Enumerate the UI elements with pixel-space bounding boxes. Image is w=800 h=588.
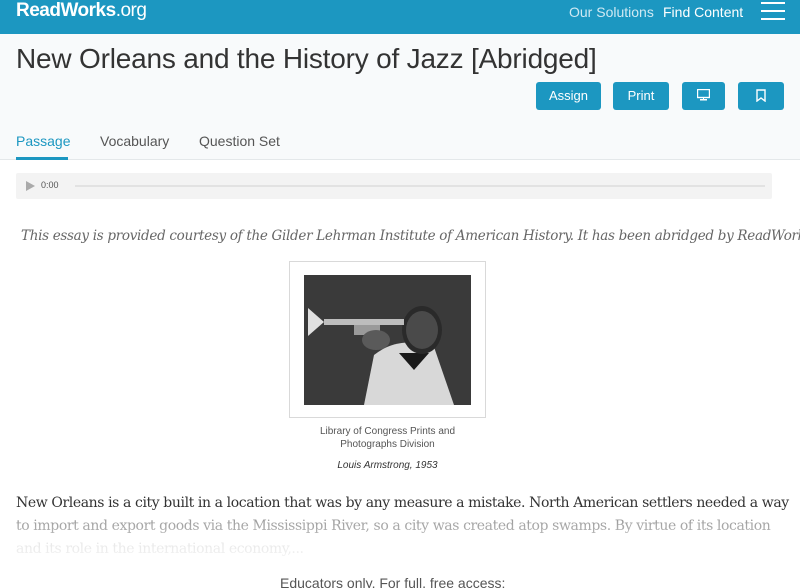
print-button[interactable]: Print bbox=[613, 82, 669, 110]
nav-our-solutions-link[interactable]: Our Solutions bbox=[569, 4, 654, 20]
educators-access-note: Educators only. For full, free access: bbox=[280, 575, 506, 588]
monitor-icon bbox=[697, 89, 710, 101]
passage-line-1: New Orleans is a city built in a locatio… bbox=[16, 495, 789, 511]
passage-line-3: and its role in the international econom… bbox=[16, 541, 304, 557]
present-button[interactable] bbox=[682, 82, 725, 110]
image-caption: Louis Armstrong, 1953 bbox=[337, 460, 438, 471]
top-navigation-bar: ReadWorks.org Our Solutions Find Content bbox=[0, 0, 800, 34]
tab-vocabulary[interactable]: Vocabulary bbox=[100, 133, 169, 149]
louis-armstrong-photo bbox=[304, 275, 471, 405]
courtesy-note: This essay is provided courtesy of the G… bbox=[21, 228, 800, 244]
page-title: New Orleans and the History of Jazz [Abr… bbox=[16, 43, 597, 74]
tab-passage[interactable]: Passage bbox=[16, 133, 70, 149]
logo-suffix-text: .org bbox=[115, 0, 147, 21]
image-credit: Library of Congress Prints and Photograp… bbox=[319, 426, 456, 450]
hamburger-menu-icon[interactable] bbox=[761, 2, 785, 20]
nav-find-content-link[interactable]: Find Content bbox=[663, 4, 743, 20]
tab-question-set[interactable]: Question Set bbox=[199, 133, 280, 149]
passage-image-frame bbox=[289, 261, 486, 418]
logo-main-text: ReadWorks bbox=[16, 0, 116, 21]
audio-progress-track[interactable] bbox=[75, 185, 765, 187]
assign-button[interactable]: Assign bbox=[536, 82, 601, 110]
audio-player: 0:00 bbox=[16, 173, 772, 199]
active-tab-indicator bbox=[16, 157, 68, 160]
bookmark-icon bbox=[756, 89, 766, 102]
bookmark-button[interactable] bbox=[738, 82, 784, 110]
play-icon[interactable] bbox=[26, 181, 35, 191]
passage-body: New Orleans is a city built in a locatio… bbox=[16, 492, 789, 561]
trumpet-player-illustration bbox=[304, 275, 471, 405]
readworks-logo[interactable]: ReadWorks.org bbox=[16, 0, 147, 24]
passage-line-2: to import and export goods via the Missi… bbox=[16, 518, 771, 534]
audio-time: 0:00 bbox=[41, 180, 59, 190]
